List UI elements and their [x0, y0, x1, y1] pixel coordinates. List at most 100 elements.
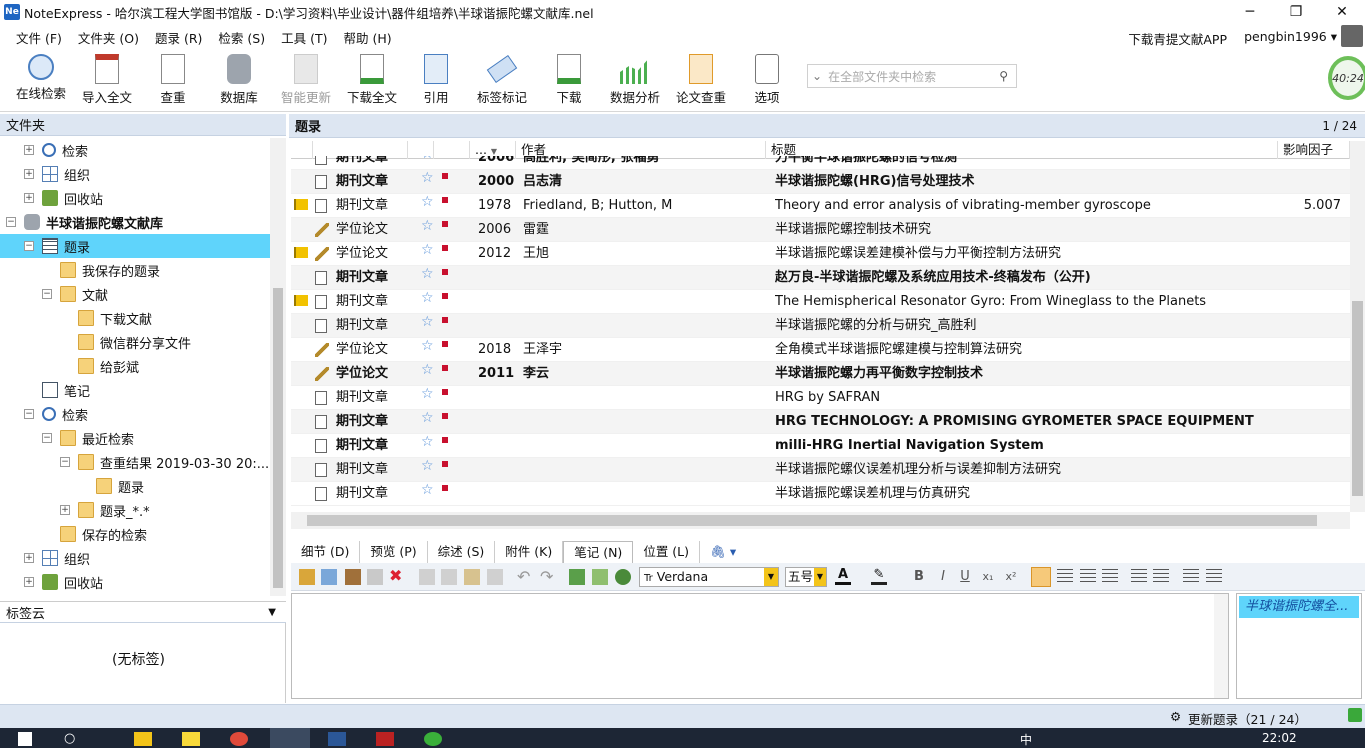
lock-icon[interactable] — [299, 569, 315, 585]
flag-icon[interactable] — [294, 199, 308, 210]
delete-icon[interactable]: ✖ — [389, 568, 405, 584]
highlight-icon[interactable]: ✎ — [871, 568, 887, 585]
wechat-icon[interactable] — [424, 732, 442, 746]
read-mark-icon[interactable] — [442, 413, 448, 419]
indent-icon[interactable] — [1131, 569, 1147, 585]
redo-icon[interactable]: ↷ — [540, 569, 556, 585]
expand-toggle-icon[interactable]: + — [24, 145, 34, 155]
table-row[interactable]: ☆ 期刊文章 半球谐振陀螺仪误差机理分析与误差抑制方法研究 — [291, 458, 1350, 482]
duplicate-check-button[interactable]: 查重 — [152, 54, 194, 108]
align-center-icon[interactable] — [1057, 569, 1073, 585]
read-mark-icon[interactable] — [442, 317, 448, 323]
tree-item[interactable]: + 组织 — [0, 546, 270, 570]
table-row[interactable]: ☆ 期刊文章 HRG by SAFRAN — [291, 386, 1350, 410]
align-left-icon[interactable] — [1031, 567, 1051, 587]
font-family-select[interactable]: Tr Verdana ▼ — [639, 567, 779, 587]
subscript-icon[interactable]: x₁ — [980, 569, 996, 585]
tab-attachments[interactable]: 附件 (K) — [495, 541, 564, 563]
add-note-icon[interactable] — [321, 569, 337, 585]
read-mark-icon[interactable] — [442, 197, 448, 203]
insert-link-icon[interactable] — [615, 569, 631, 585]
database-button[interactable]: 数据库 — [218, 54, 260, 108]
sticky-notes-icon[interactable] — [182, 732, 200, 746]
outdent-icon[interactable] — [1153, 569, 1169, 585]
chrome-icon[interactable] — [230, 732, 248, 746]
tab-location[interactable]: 位置 (L) — [633, 541, 701, 563]
cite-button[interactable]: 引用 — [418, 54, 454, 108]
bullet-list-icon[interactable] — [1206, 569, 1222, 585]
read-mark-icon[interactable] — [442, 293, 448, 299]
grid-hscrollbar[interactable] — [291, 512, 1350, 529]
superscript-icon[interactable]: x² — [1003, 569, 1019, 585]
menu-record[interactable]: 题录 (R) — [147, 28, 210, 47]
avatar[interactable] — [1341, 25, 1363, 47]
ime-indicator[interactable]: 中 — [1020, 731, 1032, 748]
windows-start-icon[interactable] — [18, 732, 32, 746]
read-mark-icon[interactable] — [442, 437, 448, 443]
read-mark-icon[interactable] — [442, 269, 448, 275]
table-row[interactable]: ☆ 期刊文章 The Hemispherical Resonator Gyro: F… — [291, 290, 1350, 314]
table-row[interactable]: ☆ 学位论文 2018 王泽宇 全角模式半球谐振陀螺建模与控制算法研究 — [291, 338, 1350, 362]
star-icon[interactable]: ☆ — [421, 482, 434, 498]
copy-icon[interactable] — [441, 569, 457, 585]
menu-tools[interactable]: 工具 (T) — [273, 28, 335, 47]
read-mark-icon[interactable] — [442, 173, 448, 179]
bold-icon[interactable]: B — [911, 569, 927, 585]
close-button[interactable]: ✕ — [1319, 0, 1365, 24]
note-card[interactable]: 半球谐振陀螺全... — [1239, 596, 1359, 618]
grid-hscroll-thumb[interactable] — [307, 515, 1317, 526]
table-row[interactable]: ☆ 学位论文 2006 雷霆 半球谐振陀螺控制技术研究 — [291, 218, 1350, 242]
table-row[interactable]: ☆ 期刊文章 HRG TECHNOLOGY: A PROMISING GYROMET… — [291, 410, 1350, 434]
star-icon[interactable]: ☆ — [421, 156, 434, 162]
table-row[interactable]: ☆ 学位论文 2012 王旭 半球谐振陀螺误差建模补偿与力平衡控制方法研究 — [291, 242, 1350, 266]
read-mark-icon[interactable] — [442, 341, 448, 347]
chevron-down-icon[interactable]: ▼ — [268, 607, 276, 618]
table-row[interactable]: ☆ 期刊文章 赵万良-半球谐振陀螺及系统应用技术-终稿发布（公开) — [291, 266, 1350, 290]
flag-icon[interactable] — [294, 247, 308, 258]
paperclip-icon[interactable]: 🖇 ▾ — [700, 541, 746, 563]
star-icon[interactable]: ☆ — [421, 410, 434, 426]
star-icon[interactable]: ☆ — [421, 314, 434, 330]
chevron-down-icon[interactable]: ▼ — [764, 568, 778, 586]
read-mark-icon[interactable] — [442, 389, 448, 395]
user-menu[interactable]: pengbin1996 ▾ — [1244, 29, 1337, 44]
chevron-down-icon[interactable]: ⌄ — [812, 69, 822, 83]
chevron-down-icon[interactable]: ▼ — [814, 568, 826, 586]
italic-icon[interactable]: I — [935, 569, 951, 585]
table-row[interactable]: ☆ 期刊文章 2000 吕志清 半球谐振陀螺(HRG)信号处理技术 — [291, 170, 1350, 194]
search-input[interactable]: ⌄ 在全部文件夹中检索 ⚲ — [807, 64, 1017, 88]
tag-mark-button[interactable]: 标签标记 — [474, 54, 530, 108]
expand-toggle-icon[interactable]: + — [24, 577, 34, 587]
menu-help[interactable]: 帮助 (H) — [335, 28, 399, 47]
download-button[interactable]: 下载 — [551, 54, 587, 108]
restore-button[interactable]: ❐ — [1273, 0, 1319, 24]
align-right-icon[interactable] — [1080, 569, 1096, 585]
star-icon[interactable]: ☆ — [421, 338, 434, 354]
font-color-icon[interactable]: A — [835, 568, 851, 585]
pdf-reader-icon[interactable] — [376, 732, 394, 746]
star-icon[interactable]: ☆ — [421, 290, 434, 306]
search-icon[interactable]: ○ — [64, 731, 75, 746]
file-explorer-icon[interactable] — [134, 732, 152, 746]
options-button[interactable]: 选项 — [751, 54, 783, 108]
justify-icon[interactable] — [1102, 569, 1118, 585]
underline-icon[interactable]: U — [957, 569, 973, 585]
table-row[interactable]: ☆ 期刊文章 半球谐振陀螺误差机理与仿真研究 — [291, 482, 1350, 506]
note-scrollbar[interactable] — [1214, 594, 1228, 698]
note-editor[interactable] — [291, 593, 1229, 699]
tree-item[interactable]: + 回收站 — [0, 570, 270, 594]
menu-search[interactable]: 检索 (S) — [210, 28, 273, 47]
star-icon[interactable]: ☆ — [421, 434, 434, 450]
insert-image-icon[interactable] — [569, 569, 585, 585]
menu-file[interactable]: 文件 (F) — [8, 28, 70, 47]
book-icon[interactable] — [345, 569, 361, 585]
table-row[interactable]: ☆ 期刊文章 半球谐振陀螺的分析与研究_高胜利 — [291, 314, 1350, 338]
star-icon[interactable]: ☆ — [421, 242, 434, 258]
read-mark-icon[interactable] — [442, 221, 448, 227]
download-fulltext-button[interactable]: 下载全文 — [344, 54, 400, 108]
data-analysis-button[interactable]: 数据分析 — [608, 54, 662, 108]
paste-icon[interactable] — [464, 569, 480, 585]
grid-scrollbar[interactable] — [1350, 141, 1365, 512]
tab-preview[interactable]: 预览 (P) — [360, 541, 428, 563]
timer-widget[interactable]: 40:24 — [1328, 56, 1365, 100]
